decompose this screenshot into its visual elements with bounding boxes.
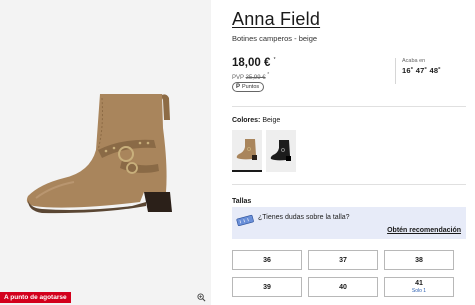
points-badge[interactable]: P Puntos xyxy=(232,82,265,92)
current-price: 18,00 € * xyxy=(232,57,276,69)
boot-image xyxy=(26,94,172,214)
price-divider xyxy=(395,58,396,84)
size-help-question: ¿Tienes dudas sobre la talla? xyxy=(258,214,350,221)
product-info: Anna Field Botines camperos - beige 18,0… xyxy=(232,0,466,305)
black-boot-thumbnail xyxy=(270,140,291,161)
colors-label: Colores: Beige xyxy=(232,117,281,124)
product-image-panel[interactable]: A punto de agotarse xyxy=(0,0,211,305)
countdown-time: 16˚ 47˚ 48˚ xyxy=(402,66,441,75)
zoom-icon[interactable] xyxy=(197,293,206,302)
price-marker: * xyxy=(273,57,276,64)
product-subtitle: Botines camperos - beige xyxy=(232,34,318,43)
size-option-39[interactable]: 39 xyxy=(232,277,302,297)
divider xyxy=(232,184,466,185)
countdown-label: Acaba en xyxy=(402,58,426,64)
brand-link[interactable]: Anna Field xyxy=(232,9,320,30)
sizes-label: Tallas xyxy=(232,198,252,205)
size-help-banner: ¿Tienes dudas sobre la talla? Obtén reco… xyxy=(232,207,466,239)
color-swatch-beige[interactable] xyxy=(232,130,262,172)
low-stock-note: Solo 1 xyxy=(411,288,427,294)
size-recommendation-link[interactable]: Obtén recomendación xyxy=(387,227,461,234)
size-option-41[interactable]: 41 Solo 1 xyxy=(384,277,454,297)
size-option-38[interactable]: 38 xyxy=(384,250,454,270)
size-option-40[interactable]: 40 xyxy=(308,277,378,297)
original-price: PVP 35,99 € * xyxy=(232,72,270,81)
countdown: Acaba en 16˚ 47˚ 48˚ xyxy=(402,58,462,75)
ruler-icon xyxy=(236,214,254,226)
selected-color: Beige xyxy=(262,117,281,124)
low-stock-badge: A punto de agotarse xyxy=(0,292,71,303)
beige-boot-thumbnail xyxy=(236,139,257,160)
points-label: Puntos xyxy=(242,84,260,90)
points-icon: P xyxy=(236,84,241,90)
color-swatch-black[interactable] xyxy=(266,130,296,172)
size-option-36[interactable]: 36 xyxy=(232,250,302,270)
size-option-37[interactable]: 37 xyxy=(308,250,378,270)
divider xyxy=(232,106,466,107)
